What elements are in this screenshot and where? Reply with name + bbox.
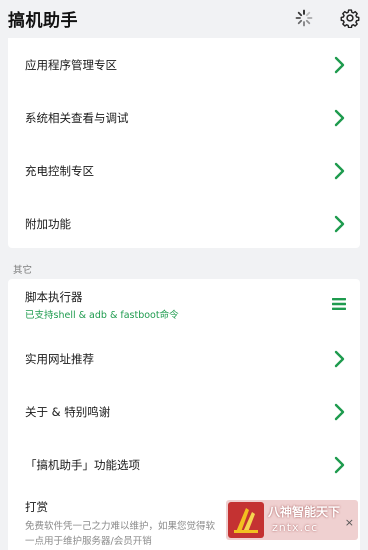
close-icon[interactable]: × — [345, 516, 354, 529]
menu-item-label: 「搞机助手」功能选项 — [25, 457, 140, 472]
chevron-right-icon — [334, 456, 345, 473]
loading-spinner-icon[interactable] — [290, 4, 318, 32]
watermark-banner: 八神智能天下 zntx.cc × — [226, 500, 358, 540]
menu-item-app-options[interactable]: 「搞机助手」功能选项 — [8, 438, 360, 491]
menu-item-label: 实用网址推荐 — [25, 351, 94, 366]
reward-desc-line1: 免费软件凭一己之力难以维护，如果您觉得软 — [25, 521, 216, 532]
menu-item-useful-links[interactable]: 实用网址推荐 — [8, 332, 360, 385]
app-title: 搞机助手 — [8, 11, 78, 31]
script-runner-subtitle: 已支持shell & adb & fastboot命令 — [25, 310, 179, 321]
menu-icon[interactable] — [332, 297, 346, 311]
menu-item-charging-control[interactable]: 充电控制专区 — [8, 144, 360, 197]
chevron-right-icon — [334, 403, 345, 420]
section-header-other: 其它 — [13, 265, 33, 276]
chevron-right-icon — [334, 162, 345, 179]
menu-item-extra-features[interactable]: 附加功能 — [8, 197, 360, 248]
chevron-right-icon — [334, 350, 345, 367]
chevron-right-icon — [334, 215, 345, 232]
menu-item-app-management[interactable]: 应用程序管理专区 — [8, 38, 360, 91]
script-runner-title: 脚本执行器 — [25, 290, 83, 304]
menu-item-script-runner[interactable]: 脚本执行器 已支持shell & adb & fastboot命令 — [8, 279, 360, 332]
main-functions-card: 应用程序管理专区 系统相关查看与调试 充电控制专区 附加功能 — [8, 38, 360, 248]
watermark-text-url: zntx.cc — [272, 521, 319, 534]
menu-item-label: 关于 & 特别鸣谢 — [25, 404, 111, 419]
menu-item-label: 系统相关查看与调试 — [25, 110, 129, 125]
gear-icon[interactable] — [336, 4, 364, 32]
menu-item-system-debug[interactable]: 系统相关查看与调试 — [8, 91, 360, 144]
reward-title: 打赏 — [25, 500, 48, 514]
reward-description: 免费软件凭一己之力难以维护，如果您觉得软 一点用于维护服务器/会员开销 — [25, 519, 253, 549]
app-bar: 搞机助手 — [0, 0, 368, 40]
chevron-right-icon — [334, 109, 345, 126]
menu-item-label: 附加功能 — [25, 216, 71, 231]
watermark-logo — [228, 502, 264, 538]
watermark-text-title: 八神智能天下 — [268, 505, 341, 519]
menu-item-label: 应用程序管理专区 — [25, 57, 117, 72]
menu-item-about-thanks[interactable]: 关于 & 特别鸣谢 — [8, 385, 360, 438]
reward-desc-line2: 一点用于维护服务器/会员开销 — [25, 536, 152, 547]
chevron-right-icon — [334, 56, 345, 73]
menu-item-label: 充电控制专区 — [25, 163, 94, 178]
